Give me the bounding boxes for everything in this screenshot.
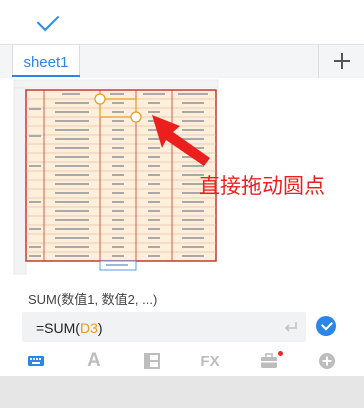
- formula-cell-ref: D3: [79, 320, 98, 336]
- selection-handle-top: [94, 93, 106, 105]
- tab-sheet1[interactable]: sheet1: [12, 45, 80, 79]
- formula-suffix: ): [97, 320, 103, 336]
- bottom-toolbar: [0, 348, 364, 374]
- annotation-label: 直接拖动圆点: [199, 175, 325, 198]
- enter-icon[interactable]: [283, 319, 299, 335]
- function-hint: SUM(数值1, 数值2, ...): [28, 292, 158, 307]
- keyboard-icon[interactable]: [25, 350, 47, 372]
- selection-handle-bottom: [130, 111, 142, 123]
- add-sheet-button[interactable]: [318, 44, 364, 78]
- active-tab-indicator: [12, 75, 80, 77]
- notification-dot: [278, 351, 283, 356]
- add-icon[interactable]: [316, 350, 338, 372]
- font-icon[interactable]: A: [83, 350, 105, 372]
- plus-icon: [334, 53, 350, 69]
- formula-prefix: =SUM(: [36, 320, 80, 336]
- layout-icon[interactable]: [141, 350, 163, 372]
- fx-icon[interactable]: FX: [199, 350, 221, 372]
- formula-text: =SUM(D3): [36, 320, 103, 336]
- top-bar: [0, 0, 364, 44]
- bottom-panel: [0, 376, 364, 408]
- briefcase-icon[interactable]: [258, 350, 283, 372]
